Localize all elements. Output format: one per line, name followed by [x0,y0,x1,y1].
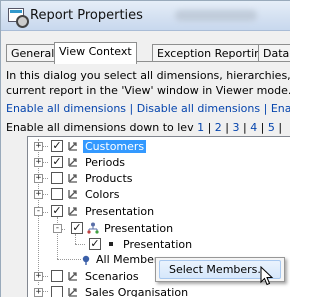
enable-disable-links-row: Enable all dimensions | Disable all dime… [6,102,290,115]
node-label-sales-organisation[interactable]: Sales Organisation [85,286,188,297]
checkbox-scenarios[interactable] [51,270,63,282]
expand-colors[interactable]: + [34,190,43,199]
enable-down-to-level-label: Enable all dimensions down to lev [6,121,194,134]
disable-all-dimensions-link[interactable]: Disable all dimensions [137,102,260,115]
node-label-presentation-hierarchy[interactable]: Presentation [104,222,173,235]
node-label-periods[interactable]: Periods [85,156,125,169]
level-bullet-icon [109,242,113,246]
expand-scenarios[interactable]: + [34,272,43,281]
checkbox-periods[interactable]: ✓ [51,156,63,168]
expand-periods[interactable]: + [34,158,43,167]
checkbox-presentation-level[interactable]: ✓ [89,238,101,250]
dimension-icon [68,207,77,216]
level-separator: | [257,121,268,134]
node-label-products[interactable]: Products [85,172,133,185]
dimension-icon [68,142,77,151]
description-text: In this dialog you select all dimensions… [6,68,290,98]
dimension-icon [68,272,77,281]
level-2-link[interactable]: 2 [215,121,222,134]
tab-strip: General View Context Exception Reporting… [6,42,290,64]
collapse-presentation-hierarchy[interactable]: - [53,224,62,233]
member-icon [82,255,90,265]
level-separator: | [204,121,215,134]
enable-all-dimensions-link[interactable]: Enable all dimensions [6,102,126,115]
link-separator: | [126,102,137,115]
blurred-title-region [175,10,257,21]
collapse-presentation[interactable]: - [34,207,43,216]
dimension-icon [68,158,77,167]
report-properties-window: Report Properties General View Context E… [0,0,290,297]
truncated-link[interactable]: Ena [271,102,290,115]
report-properties-icon [8,8,29,28]
node-label-all-members[interactable]: All Members [96,253,164,266]
dimension-icon [68,190,77,199]
title-bar[interactable]: Report Properties [1,1,290,31]
level-separator: | [239,121,251,134]
node-label-presentation-level[interactable]: Presentation [123,238,192,251]
checkbox-presentation[interactable]: ✓ [51,205,63,217]
window-title: Report Properties [30,8,143,23]
checkbox-presentation-hierarchy[interactable]: ✓ [71,222,83,234]
level-5-link[interactable]: 5 [268,121,275,134]
description-line-2: current report in the 'View' window in V… [6,84,290,97]
link-separator: | [260,102,271,115]
checkbox-customers[interactable]: ✓ [51,140,63,152]
checkbox-sales-organisation[interactable] [51,286,63,297]
dimension-icon [68,288,77,297]
level-separator: | [221,121,233,134]
enable-down-to-level-row: Enable all dimensions down to lev 1 | 2 … [6,121,282,134]
checkbox-products[interactable] [51,172,63,184]
tab-view-context[interactable]: View Context [54,42,137,64]
expand-products[interactable]: + [34,174,43,183]
node-label-presentation[interactable]: Presentation [85,205,154,218]
expand-customers[interactable]: + [34,142,43,151]
expand-sales-organisation[interactable]: + [34,288,43,297]
description-line-1: In this dialog you select all dimensions… [6,69,290,82]
dimension-icon [68,174,77,183]
node-label-scenarios[interactable]: Scenarios [85,270,139,283]
node-label-colors[interactable]: Colors [85,188,119,201]
level-separator: | [274,121,283,134]
checkbox-colors[interactable] [51,188,63,200]
mouse-pointer-icon [260,266,274,286]
hierarchy-icon [87,222,99,234]
node-label-customers[interactable]: Customers [83,140,147,153]
